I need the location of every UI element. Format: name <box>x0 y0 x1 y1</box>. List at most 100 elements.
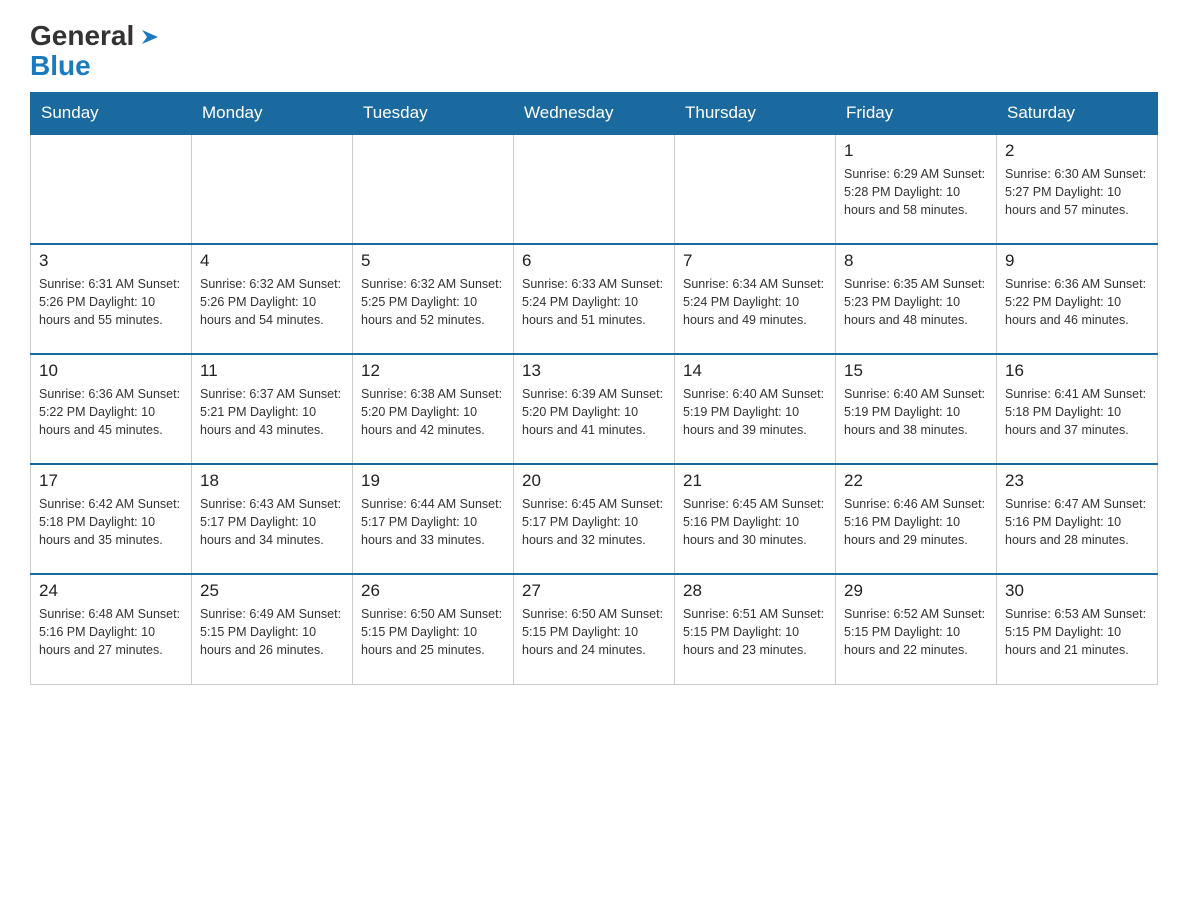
day-number: 16 <box>1005 361 1149 381</box>
calendar-cell: 8 Sunrise: 6:35 AM Sunset: 5:23 PM Daylig… <box>836 244 997 354</box>
calendar-cell: 14Sunrise: 6:40 AM Sunset: 5:19 PM Dayli… <box>675 354 836 464</box>
week-row-4: 17 Sunrise: 6:42 AM Sunset: 5:18 PM Dayli… <box>31 464 1158 574</box>
day-info: Sunrise: 6:40 AM Sunset: 5:19 PM Dayligh… <box>683 385 827 439</box>
day-number: 24 <box>39 581 183 601</box>
logo: General Blue <box>30 20 162 82</box>
calendar-cell: 20Sunrise: 6:45 AM Sunset: 5:17 PM Dayli… <box>514 464 675 574</box>
calendar-cell: 24Sunrise: 6:48 AM Sunset: 5:16 PM Dayli… <box>31 574 192 684</box>
day-number: 19 <box>361 471 505 491</box>
day-number: 23 <box>1005 471 1149 491</box>
day-number: 6 <box>522 251 666 271</box>
day-info: Sunrise: 6:50 AM Sunset: 5:15 PM Dayligh… <box>522 605 666 659</box>
calendar-cell: 13 Sunrise: 6:39 AM Sunset: 5:20 PM Dayli… <box>514 354 675 464</box>
calendar-cell: 6 Sunrise: 6:33 AM Sunset: 5:24 PM Daylig… <box>514 244 675 354</box>
calendar-cell: 5Sunrise: 6:32 AM Sunset: 5:25 PM Daylig… <box>353 244 514 354</box>
day-info: Sunrise: 6:50 AM Sunset: 5:15 PM Dayligh… <box>361 605 505 659</box>
page-header: General Blue <box>30 20 1158 82</box>
week-row-1: 1Sunrise: 6:29 AM Sunset: 5:28 PM Daylig… <box>31 134 1158 244</box>
day-info: Sunrise: 6:34 AM Sunset: 5:24 PM Dayligh… <box>683 275 827 329</box>
day-info: Sunrise: 6:30 AM Sunset: 5:27 PM Dayligh… <box>1005 165 1149 219</box>
day-number: 25 <box>200 581 344 601</box>
calendar-cell: 11 Sunrise: 6:37 AM Sunset: 5:21 PM Dayli… <box>192 354 353 464</box>
calendar-header-wednesday: Wednesday <box>514 93 675 135</box>
day-info: Sunrise: 6:42 AM Sunset: 5:18 PM Dayligh… <box>39 495 183 549</box>
day-info: Sunrise: 6:35 AM Sunset: 5:23 PM Dayligh… <box>844 275 988 329</box>
day-number: 10 <box>39 361 183 381</box>
day-number: 28 <box>683 581 827 601</box>
calendar-cell: 27Sunrise: 6:50 AM Sunset: 5:15 PM Dayli… <box>514 574 675 684</box>
day-number: 7 <box>683 251 827 271</box>
calendar-cell: 2 Sunrise: 6:30 AM Sunset: 5:27 PM Daylig… <box>997 134 1158 244</box>
day-info: Sunrise: 6:37 AM Sunset: 5:21 PM Dayligh… <box>200 385 344 439</box>
calendar-cell: 19 Sunrise: 6:44 AM Sunset: 5:17 PM Dayli… <box>353 464 514 574</box>
week-row-5: 24Sunrise: 6:48 AM Sunset: 5:16 PM Dayli… <box>31 574 1158 684</box>
day-number: 26 <box>361 581 505 601</box>
calendar-header-monday: Monday <box>192 93 353 135</box>
calendar-cell: 28 Sunrise: 6:51 AM Sunset: 5:15 PM Dayli… <box>675 574 836 684</box>
calendar-cell: 15Sunrise: 6:40 AM Sunset: 5:19 PM Dayli… <box>836 354 997 464</box>
week-row-3: 10 Sunrise: 6:36 AM Sunset: 5:22 PM Dayli… <box>31 354 1158 464</box>
calendar-cell: 4 Sunrise: 6:32 AM Sunset: 5:26 PM Daylig… <box>192 244 353 354</box>
calendar-header-row: SundayMondayTuesdayWednesdayThursdayFrid… <box>31 93 1158 135</box>
day-info: Sunrise: 6:33 AM Sunset: 5:24 PM Dayligh… <box>522 275 666 329</box>
day-info: Sunrise: 6:43 AM Sunset: 5:17 PM Dayligh… <box>200 495 344 549</box>
calendar-cell: 7 Sunrise: 6:34 AM Sunset: 5:24 PM Daylig… <box>675 244 836 354</box>
logo-general-text: General <box>30 20 134 52</box>
day-number: 8 <box>844 251 988 271</box>
day-info: Sunrise: 6:53 AM Sunset: 5:15 PM Dayligh… <box>1005 605 1149 659</box>
calendar-cell: 21 Sunrise: 6:45 AM Sunset: 5:16 PM Dayli… <box>675 464 836 574</box>
day-info: Sunrise: 6:47 AM Sunset: 5:16 PM Dayligh… <box>1005 495 1149 549</box>
day-info: Sunrise: 6:36 AM Sunset: 5:22 PM Dayligh… <box>1005 275 1149 329</box>
calendar-cell <box>192 134 353 244</box>
day-info: Sunrise: 6:46 AM Sunset: 5:16 PM Dayligh… <box>844 495 988 549</box>
calendar-header-friday: Friday <box>836 93 997 135</box>
calendar-cell: 29 Sunrise: 6:52 AM Sunset: 5:15 PM Dayli… <box>836 574 997 684</box>
calendar-cell: 22Sunrise: 6:46 AM Sunset: 5:16 PM Dayli… <box>836 464 997 574</box>
week-row-2: 3 Sunrise: 6:31 AM Sunset: 5:26 PM Daylig… <box>31 244 1158 354</box>
calendar-cell: 17 Sunrise: 6:42 AM Sunset: 5:18 PM Dayli… <box>31 464 192 574</box>
day-number: 12 <box>361 361 505 381</box>
day-info: Sunrise: 6:29 AM Sunset: 5:28 PM Dayligh… <box>844 165 988 219</box>
calendar-cell: 9 Sunrise: 6:36 AM Sunset: 5:22 PM Daylig… <box>997 244 1158 354</box>
day-number: 21 <box>683 471 827 491</box>
calendar-cell: 3 Sunrise: 6:31 AM Sunset: 5:26 PM Daylig… <box>31 244 192 354</box>
day-number: 13 <box>522 361 666 381</box>
day-info: Sunrise: 6:36 AM Sunset: 5:22 PM Dayligh… <box>39 385 183 439</box>
day-number: 3 <box>39 251 183 271</box>
calendar-cell <box>514 134 675 244</box>
day-number: 11 <box>200 361 344 381</box>
calendar-cell: 25 Sunrise: 6:49 AM Sunset: 5:15 PM Dayli… <box>192 574 353 684</box>
logo-blue-text: Blue <box>30 50 91 82</box>
day-info: Sunrise: 6:44 AM Sunset: 5:17 PM Dayligh… <box>361 495 505 549</box>
day-info: Sunrise: 6:31 AM Sunset: 5:26 PM Dayligh… <box>39 275 183 329</box>
day-info: Sunrise: 6:49 AM Sunset: 5:15 PM Dayligh… <box>200 605 344 659</box>
day-info: Sunrise: 6:52 AM Sunset: 5:15 PM Dayligh… <box>844 605 988 659</box>
calendar-cell: 26 Sunrise: 6:50 AM Sunset: 5:15 PM Dayli… <box>353 574 514 684</box>
calendar-cell: 1Sunrise: 6:29 AM Sunset: 5:28 PM Daylig… <box>836 134 997 244</box>
day-number: 29 <box>844 581 988 601</box>
day-number: 17 <box>39 471 183 491</box>
day-number: 30 <box>1005 581 1149 601</box>
day-info: Sunrise: 6:38 AM Sunset: 5:20 PM Dayligh… <box>361 385 505 439</box>
calendar-header-tuesday: Tuesday <box>353 93 514 135</box>
day-info: Sunrise: 6:32 AM Sunset: 5:26 PM Dayligh… <box>200 275 344 329</box>
day-number: 9 <box>1005 251 1149 271</box>
calendar-header-saturday: Saturday <box>997 93 1158 135</box>
calendar-header-sunday: Sunday <box>31 93 192 135</box>
day-number: 2 <box>1005 141 1149 161</box>
day-number: 18 <box>200 471 344 491</box>
calendar-cell: 12 Sunrise: 6:38 AM Sunset: 5:20 PM Dayli… <box>353 354 514 464</box>
day-info: Sunrise: 6:45 AM Sunset: 5:17 PM Dayligh… <box>522 495 666 549</box>
calendar-header-thursday: Thursday <box>675 93 836 135</box>
calendar-table: SundayMondayTuesdayWednesdayThursdayFrid… <box>30 92 1158 685</box>
calendar-cell <box>675 134 836 244</box>
day-number: 4 <box>200 251 344 271</box>
day-number: 5 <box>361 251 505 271</box>
day-info: Sunrise: 6:39 AM Sunset: 5:20 PM Dayligh… <box>522 385 666 439</box>
calendar-cell: 10 Sunrise: 6:36 AM Sunset: 5:22 PM Dayli… <box>31 354 192 464</box>
day-info: Sunrise: 6:51 AM Sunset: 5:15 PM Dayligh… <box>683 605 827 659</box>
day-info: Sunrise: 6:45 AM Sunset: 5:16 PM Dayligh… <box>683 495 827 549</box>
logo-arrow-icon <box>140 26 162 48</box>
calendar-cell <box>31 134 192 244</box>
calendar-cell: 18 Sunrise: 6:43 AM Sunset: 5:17 PM Dayli… <box>192 464 353 574</box>
